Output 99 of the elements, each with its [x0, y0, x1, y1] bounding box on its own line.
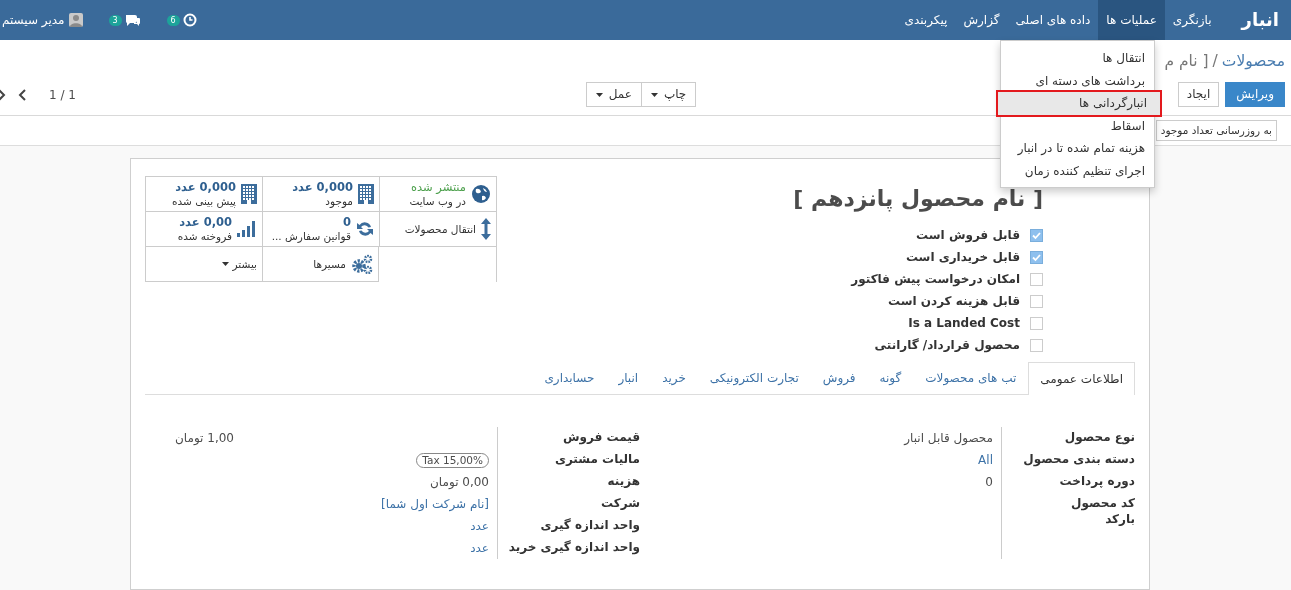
- tab[interactable]: حسابداری: [532, 362, 607, 394]
- nav-menu-item[interactable]: عملیات ها: [1098, 0, 1165, 40]
- option-label: قابل فروش است: [916, 228, 1020, 242]
- up-down-arrow-icon: [481, 218, 491, 240]
- nav-menu-item[interactable]: داده های اصلی: [1007, 0, 1099, 40]
- stat-value: منتشر شده: [409, 180, 466, 194]
- checkbox[interactable]: [1030, 228, 1043, 242]
- stat-value: 0,000 عدد: [174, 180, 236, 194]
- field-link[interactable]: All: [978, 449, 993, 471]
- edit-button[interactable]: ویرایش: [1225, 82, 1285, 107]
- create-button[interactable]: ایجاد: [1177, 82, 1220, 107]
- breadcrumb-link[interactable]: محصولات: [1221, 52, 1285, 70]
- field-label: واحد اندازه گیری: [539, 517, 640, 535]
- nav-menu-item[interactable]: پیکربندی: [896, 0, 956, 40]
- nav-menu-item[interactable]: گزارش: [955, 0, 1008, 40]
- caret-icon: [650, 92, 658, 97]
- bar-chart-icon: [237, 220, 257, 238]
- field-value: 0: [985, 473, 993, 491]
- field-value: 0,00 تومان: [430, 473, 489, 491]
- globe-icon: [471, 184, 491, 204]
- stat-button[interactable]: انتقال محصولات: [379, 212, 496, 247]
- field-label: هزینه: [606, 473, 640, 490]
- dropdown-button[interactable]: چاپ: [640, 82, 697, 107]
- field-link[interactable]: عدد: [470, 537, 489, 559]
- stat-label: انتقال محصولات: [404, 222, 476, 236]
- breadcrumb-current: [ نام م: [1164, 52, 1209, 70]
- stat-button[interactable]: منتشر شده در وب سایت: [379, 177, 496, 212]
- checkbox[interactable]: [1030, 338, 1043, 352]
- field-value: 1,00 تومان: [175, 429, 234, 447]
- pager-value: 1 / 1: [49, 87, 76, 102]
- stat-button[interactable]: 0,000 عدد پیش بینی شده: [145, 177, 262, 212]
- stat-label: فروخته شده: [177, 229, 232, 243]
- checkbox[interactable]: [1030, 316, 1043, 330]
- field-label: کد محصول: [1070, 495, 1135, 509]
- stat-button[interactable]: 0,000 عدد موجود: [262, 177, 379, 212]
- stat-label: موجود: [324, 194, 353, 208]
- stat-label: در وب سایت: [409, 194, 466, 208]
- app-title: انبار: [1239, 8, 1280, 32]
- stat-button[interactable]: 0,00 عدد فروخته شده: [145, 212, 262, 247]
- tab[interactable]: تب های محصولات: [913, 362, 1029, 394]
- dropdown-button[interactable]: عمل: [585, 82, 641, 107]
- refresh-icon: [356, 220, 374, 238]
- chevron-icon: [0, 88, 6, 101]
- menu-item[interactable]: هزینه تمام شده تا در انبار: [1000, 137, 1155, 160]
- field-label: شرکت: [600, 495, 640, 512]
- option-label: امکان درخواست پیش فاکتور: [851, 272, 1020, 286]
- field-label: قیمت فروش: [561, 429, 640, 447]
- option-label: محصول قرارداد/ گارانتی: [874, 338, 1020, 352]
- count-badge: 3: [108, 14, 122, 26]
- field-link[interactable]: عدد: [470, 515, 489, 537]
- option-label: قابل هزینه کردن است: [887, 294, 1020, 308]
- option-label: قابل خریداری است: [905, 250, 1020, 264]
- count-badge: 6: [166, 14, 180, 26]
- building-icon: [358, 184, 374, 204]
- building-icon: [241, 184, 257, 204]
- field-label: بارکد: [1104, 511, 1135, 528]
- tab[interactable]: انبار: [606, 362, 651, 394]
- menu-item[interactable]: انتقال ها: [1000, 47, 1155, 70]
- stat-value: 0,00 عدد: [178, 215, 232, 229]
- menu-item[interactable]: انبارگردانی ها: [998, 92, 1160, 115]
- chat-icon: [124, 13, 141, 27]
- field-label: دوره پرداخت: [1058, 473, 1135, 491]
- gears-icon: [351, 254, 373, 274]
- stat-label: قوانین سفارش ...: [271, 229, 351, 243]
- field-value: محصول قابل انبار: [904, 429, 993, 447]
- more-label: بیشتر: [232, 258, 257, 270]
- field-label: مالیات مشتری: [553, 451, 640, 468]
- menu-item[interactable]: اسقاط: [1000, 114, 1155, 137]
- avatar-icon: [68, 13, 83, 27]
- update-quantity-button[interactable]: به روزرسانی تعداد موجود: [1155, 120, 1277, 141]
- stat-label: مسیرها: [313, 257, 346, 271]
- checkbox[interactable]: [1030, 250, 1043, 264]
- field-label: دسته بندی محصول: [1022, 451, 1135, 469]
- tab[interactable]: تجارت الکترونیکی: [697, 362, 811, 394]
- stat-value: 0: [343, 215, 351, 229]
- caret-icon: [221, 262, 229, 266]
- stat-label: پیش بینی شده: [172, 194, 236, 208]
- field-link[interactable]: [نام شرکت اول شما]: [381, 493, 489, 515]
- stat-button[interactable]: مسیرها: [262, 247, 379, 282]
- tab[interactable]: گونه: [867, 362, 914, 394]
- checkbox[interactable]: [1030, 272, 1043, 286]
- stat-value: 0,000 عدد: [292, 180, 353, 194]
- option-label: Is a Landed Cost: [908, 316, 1020, 330]
- field-label: واحد اندازه گیری خرید: [507, 539, 640, 557]
- field-label: نوع محصول: [1063, 429, 1135, 447]
- stat-button[interactable]: بیشتر: [145, 247, 262, 282]
- breadcrumb-separator: /: [1212, 52, 1218, 70]
- tab[interactable]: فروش: [810, 362, 868, 394]
- user-name[interactable]: مدیر سیستم: [2, 13, 65, 27]
- caret-icon: [595, 92, 603, 97]
- menu-item[interactable]: اجرای تنظیم کننده زمان: [1000, 159, 1155, 182]
- clock-icon: [182, 13, 197, 27]
- tab[interactable]: خرید: [650, 362, 698, 394]
- menu-item[interactable]: برداشت های دسته ای: [1000, 69, 1155, 92]
- chevron-icon: [18, 88, 27, 101]
- product-title: [ نام محصول پانزدهم ]: [793, 185, 1043, 214]
- tab[interactable]: اطلاعات عمومی: [1028, 362, 1135, 395]
- checkbox[interactable]: [1030, 294, 1043, 308]
- nav-menu-item[interactable]: بازنگری: [1164, 0, 1220, 40]
